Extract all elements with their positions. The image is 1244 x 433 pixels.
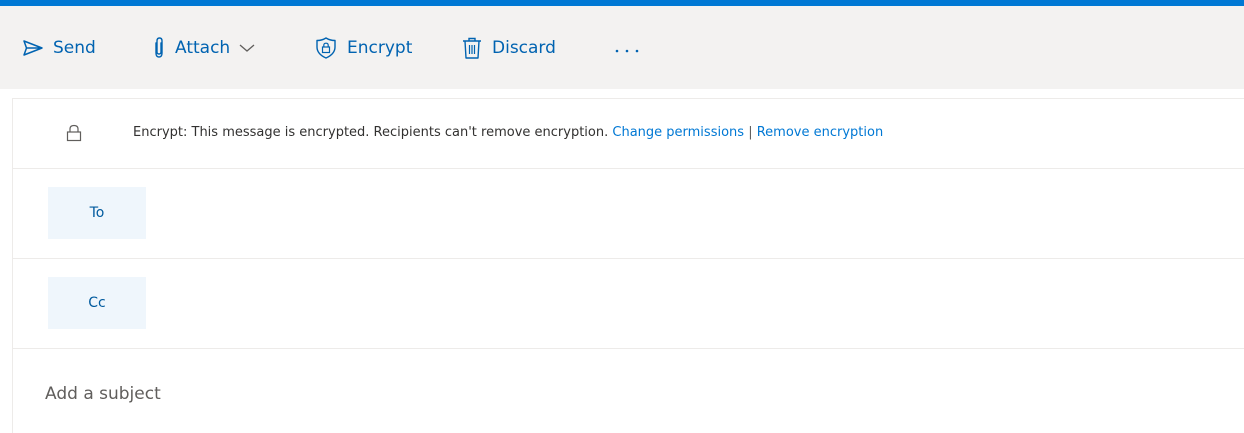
more-ellipsis-icon [614, 39, 640, 58]
cc-button[interactable]: Cc [48, 277, 146, 329]
encryption-message: Encrypt: This message is encrypted. Reci… [133, 125, 609, 140]
change-permissions-link[interactable]: Change permissions [612, 125, 744, 140]
attach-button[interactable]: Attach [152, 34, 255, 62]
discard-button[interactable]: Discard [461, 34, 556, 62]
subject-input[interactable] [45, 379, 1225, 409]
discard-label: Discard [492, 38, 556, 58]
lock-icon [66, 124, 82, 146]
remove-encryption-link[interactable]: Remove encryption [757, 125, 883, 140]
chevron-down-icon[interactable] [239, 43, 255, 53]
compose-pane: Encrypt: This message is encrypted. Reci… [12, 98, 1244, 433]
to-row: To [13, 168, 1244, 259]
more-options-button[interactable] [614, 34, 640, 62]
send-label: Send [53, 38, 96, 58]
send-button[interactable]: Send [22, 34, 96, 62]
encrypt-shield-icon [314, 36, 338, 60]
encryption-notice-text: Encrypt: This message is encrypted. Reci… [133, 123, 883, 143]
trash-icon [461, 36, 483, 60]
attach-label: Attach [175, 38, 231, 58]
cc-field[interactable] [163, 277, 1227, 331]
to-button[interactable]: To [48, 187, 146, 239]
encrypt-button[interactable]: Encrypt [314, 34, 412, 62]
encryption-notice-bar: Encrypt: This message is encrypted. Reci… [13, 99, 1244, 169]
to-field[interactable] [163, 187, 1227, 241]
send-icon [22, 39, 44, 57]
cc-row: Cc [13, 258, 1244, 349]
compose-toolbar: Send Attach Encrypt Discard [0, 6, 1244, 89]
encrypt-label: Encrypt [347, 38, 413, 58]
paperclip-icon [152, 36, 166, 60]
link-separator: | [748, 125, 753, 140]
